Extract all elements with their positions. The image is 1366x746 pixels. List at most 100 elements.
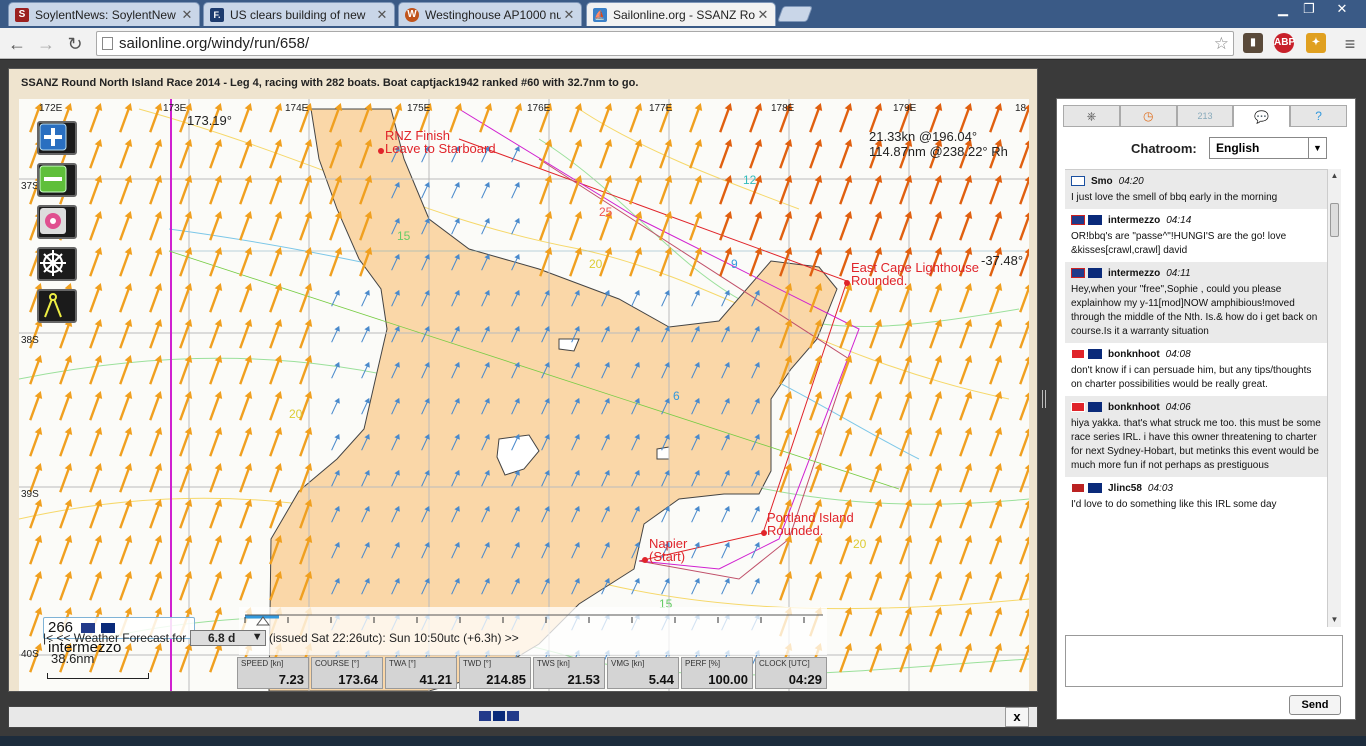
chat-time: 04:14 bbox=[1166, 214, 1192, 226]
map-canvas bbox=[19, 99, 1029, 691]
close-tab-icon[interactable]: ✕ bbox=[374, 7, 390, 23]
mark-label-line: Rounded. bbox=[767, 523, 824, 538]
east-cape-mark-dot bbox=[844, 280, 850, 286]
longitude-label: 174E bbox=[285, 103, 309, 114]
scroll-thumb[interactable] bbox=[1330, 203, 1339, 237]
chat-message-header: bonknhoot 04:08 bbox=[1071, 347, 1323, 361]
club-flag-icon bbox=[1088, 215, 1102, 225]
country-flag-icon bbox=[1071, 215, 1085, 225]
isobar-label: 20 bbox=[853, 537, 867, 551]
close-tab-icon[interactable]: ✕ bbox=[179, 7, 195, 23]
forecast-range-select[interactable]: 6.8 d bbox=[189, 630, 266, 646]
flags-icon[interactable] bbox=[479, 709, 521, 725]
chat-message-header: bonknhoot 04:06 bbox=[1071, 400, 1323, 414]
help-icon: ? bbox=[1315, 109, 1322, 123]
chat-username[interactable]: intermezzo bbox=[1108, 268, 1160, 279]
back-arrow-icon[interactable]: ← bbox=[5, 32, 29, 56]
isobar-label: 20 bbox=[589, 257, 603, 271]
panel-splitter[interactable] bbox=[1042, 390, 1046, 408]
chat-message: Jlinc58 04:03 I'd love to do something lik… bbox=[1065, 477, 1327, 516]
new-tab-button[interactable] bbox=[777, 6, 813, 22]
instrument-value: 04:29 bbox=[788, 672, 822, 687]
weather-forecast-bar: |< << Weather Forecast for 6.8 d (issued… bbox=[43, 630, 519, 646]
forbes-favicon-icon: F. bbox=[210, 7, 224, 22]
steering-wheel-button[interactable] bbox=[37, 247, 77, 281]
longitude-label: 172E bbox=[39, 103, 63, 114]
mark-label-line: Rounded. bbox=[851, 273, 908, 288]
tab-clock[interactable]: ◷ bbox=[1119, 105, 1177, 127]
tab-boats[interactable]: 213 bbox=[1176, 105, 1234, 127]
bottom-bar: x bbox=[8, 706, 1038, 728]
close-tab-icon[interactable]: ✕ bbox=[755, 7, 771, 23]
page-icon bbox=[102, 37, 113, 50]
forward-arrow-icon[interactable]: → bbox=[34, 32, 58, 56]
browser-tab-forbes[interactable]: F. US clears building of new ✕ bbox=[203, 2, 395, 26]
distance-readout: 114.87nm @238.22° Rh bbox=[869, 144, 1008, 159]
instrument-value: 100.00 bbox=[708, 672, 748, 687]
chat-username[interactable]: bonknhoot bbox=[1108, 402, 1160, 413]
tab-title: Westinghouse AP1000 nuc bbox=[425, 7, 561, 22]
helm-icon: ⎈ bbox=[1086, 108, 1097, 123]
instrument-gauge: CLOCK [UTC] 04:29 bbox=[755, 657, 827, 689]
chat-text: hiya yakka. that's what struck me too. t… bbox=[1071, 418, 1321, 471]
chat-username[interactable]: Smo bbox=[1091, 176, 1113, 187]
chat-scrollbar[interactable]: ▲ ▼ bbox=[1327, 169, 1341, 627]
browser-tab-sailonline[interactable]: ⛵ Sailonline.org - SSANZ Ro ✕ bbox=[586, 2, 776, 26]
chat-log[interactable]: Smo 04:20 I just love the smell of bbq ear… bbox=[1065, 169, 1341, 627]
browser-tab-soylentnews[interactable]: S SoylentNews: SoylentNew ✕ bbox=[8, 2, 200, 26]
scale-bar bbox=[47, 673, 149, 679]
forecast-issued: (issued Sat 22:26utc): Sun 10:50utc (+6.… bbox=[268, 631, 519, 645]
chat-input[interactable] bbox=[1065, 635, 1343, 687]
send-button[interactable]: Send bbox=[1289, 695, 1341, 715]
map-readout: 21.33kn @196.04° 114.87nm @238.22° Rh bbox=[869, 129, 1023, 159]
browser-toolbar: ← → ↻ sailonline.org/windy/run/658/ ☆ ▮ … bbox=[0, 28, 1366, 59]
extension-puzzle-icon[interactable]: ✦ bbox=[1306, 33, 1326, 53]
side-panel: ⎈ ◷ 213 💬 ? Chatroom: English ▼ Smo 04:20… bbox=[1056, 98, 1356, 720]
minimize-window-icon[interactable]: ▁ bbox=[1270, 0, 1296, 18]
longitude-label: 175E bbox=[407, 103, 431, 114]
chatroom-label: Chatroom: bbox=[1131, 141, 1197, 156]
center-boat-button[interactable] bbox=[37, 205, 77, 239]
chrome-menu-icon[interactable]: ≡ bbox=[1338, 32, 1362, 56]
chat-username[interactable]: bonknhoot bbox=[1108, 349, 1160, 360]
chat-message: bonknhoot 04:08 don't know if i can persua… bbox=[1065, 343, 1327, 396]
chat-username[interactable]: intermezzo bbox=[1108, 215, 1160, 226]
browser-tab-westinghouse[interactable]: W Westinghouse AP1000 nuc ✕ bbox=[398, 2, 582, 26]
extension-icon[interactable]: ▮ bbox=[1243, 33, 1263, 53]
tab-help[interactable]: ? bbox=[1290, 105, 1347, 127]
tab-helm[interactable]: ⎈ bbox=[1063, 105, 1120, 127]
instrument-value: 21.53 bbox=[567, 672, 600, 687]
language-select[interactable]: English ▼ bbox=[1209, 137, 1327, 159]
isobar-label: 25 bbox=[599, 205, 613, 219]
close-window-icon[interactable]: ✕ bbox=[1328, 0, 1356, 18]
close-panel-button[interactable]: x bbox=[1005, 707, 1029, 727]
zoom-in-button[interactable] bbox=[37, 121, 77, 155]
reload-icon[interactable]: ↻ bbox=[63, 32, 87, 56]
scroll-up-icon[interactable]: ▲ bbox=[1328, 169, 1341, 183]
instrument-label: COURSE [°] bbox=[315, 659, 360, 668]
scroll-down-icon[interactable]: ▼ bbox=[1328, 613, 1341, 627]
measure-tool-button[interactable] bbox=[37, 289, 77, 323]
longitude-label: 176E bbox=[527, 103, 551, 114]
bookmark-star-icon[interactable]: ☆ bbox=[1214, 32, 1229, 55]
address-bar[interactable]: sailonline.org/windy/run/658/ ☆ bbox=[96, 31, 1234, 56]
country-flag-icon bbox=[1071, 349, 1085, 359]
language-value: English bbox=[1216, 141, 1260, 155]
adblock-plus-icon[interactable]: ABP bbox=[1274, 33, 1295, 53]
chat-text: I just love the smell of bbq early in th… bbox=[1071, 192, 1278, 203]
club-flag-icon bbox=[1088, 268, 1102, 278]
zoom-out-button[interactable] bbox=[37, 163, 77, 197]
restore-window-icon[interactable]: ❐ bbox=[1296, 0, 1322, 18]
instrument-value: 7.23 bbox=[278, 672, 304, 687]
chat-text: I'd love to do something like this IRL s… bbox=[1071, 499, 1277, 510]
chat-time: 04:20 bbox=[1118, 175, 1144, 187]
portland-island-mark-label: Portland Island Rounded. bbox=[767, 511, 854, 537]
map-view[interactable]: 172E 173E 174E 175E 176E 177E 178E 179E 18 37S 38… bbox=[19, 99, 1029, 691]
close-tab-icon[interactable]: ✕ bbox=[561, 7, 577, 23]
finish-mark-label: RNZ Finish Leave to Starboard bbox=[385, 129, 496, 155]
chat-message: intermezzo 04:11 Hey,when your "free",Soph… bbox=[1065, 262, 1327, 343]
chat-message-header: intermezzo 04:14 bbox=[1071, 213, 1323, 227]
tab-chat[interactable]: 💬 bbox=[1233, 105, 1291, 127]
chat-username[interactable]: Jlinc58 bbox=[1108, 483, 1142, 494]
instrument-label: TWA [°] bbox=[389, 659, 416, 668]
